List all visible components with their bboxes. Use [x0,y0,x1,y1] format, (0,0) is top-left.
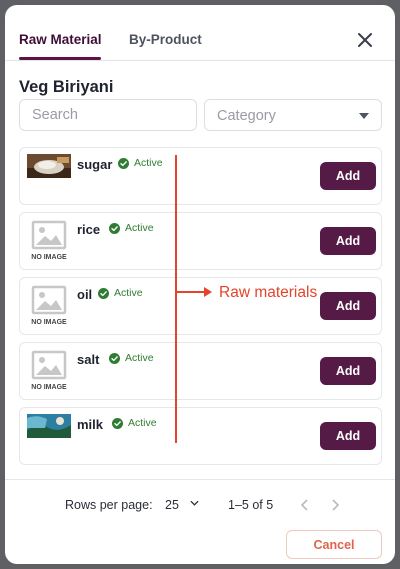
item-name: salt [77,352,100,367]
status-text: Active [125,352,154,364]
list-item: NO IMAGE salt Active Add [19,342,382,400]
status-badge: Active [112,417,157,429]
check-circle-icon [118,157,129,169]
add-button[interactable]: Add [320,227,376,255]
annotation-label: Raw materials [219,284,318,301]
close-icon[interactable] [354,29,376,51]
status-text: Active [125,222,154,234]
material-picker-modal: Raw Material By-Product Veg Biriyani Cat… [5,5,395,564]
recipe-title: Veg Biriyani [19,78,114,96]
no-image-placeholder: NO IMAGE [27,284,71,328]
category-select[interactable]: Category [204,99,382,131]
add-button[interactable]: Add [320,162,376,190]
tab-divider [5,60,395,61]
status-text: Active [134,157,163,169]
item-name: oil [77,287,93,302]
list-item: milk Active Add [19,407,382,465]
pagination: Rows per page: 25 1–5 of 5 [5,494,395,516]
status-badge: Active [118,157,163,169]
no-image-placeholder: NO IMAGE [27,219,71,263]
milk-image [27,414,71,438]
page-range: 1–5 of 5 [228,498,274,512]
search-input[interactable] [19,99,197,131]
chevron-left-icon[interactable] [297,497,313,513]
tab-raw-material[interactable]: Raw Material [19,32,102,47]
chevron-down-icon [190,500,199,506]
add-button[interactable]: Add [320,422,376,450]
item-name: milk [77,417,104,432]
check-circle-icon [112,417,123,429]
no-image-label: NO IMAGE [31,319,67,326]
status-badge: Active [98,287,143,299]
status-text: Active [114,287,143,299]
no-image-label: NO IMAGE [31,384,67,391]
add-button[interactable]: Add [320,292,376,320]
no-image-placeholder: NO IMAGE [27,349,71,393]
rows-per-page-label: Rows per page: [65,498,153,512]
list-divider [5,479,395,480]
caret-down-icon [359,113,369,119]
sugar-image [27,154,71,178]
check-circle-icon [98,287,109,299]
status-badge: Active [109,222,154,234]
item-name: sugar [77,157,113,172]
chevron-right-icon[interactable] [327,497,343,513]
list-item: NO IMAGE rice Active Add [19,212,382,270]
add-button[interactable]: Add [320,357,376,385]
rows-per-page-select[interactable]: 25 [165,494,205,514]
tab-bar: Raw Material By-Product [5,5,395,61]
status-text: Active [128,417,157,429]
cancel-button[interactable]: Cancel [286,530,382,559]
no-image-label: NO IMAGE [31,254,67,261]
rows-per-page-value: 25 [165,498,179,512]
tab-by-product[interactable]: By-Product [129,32,202,47]
check-circle-icon [109,352,120,364]
material-list: sugar Active Add NO IMAGE rice Active Ad… [5,145,395,475]
status-badge: Active [109,352,154,364]
annotation-line [175,155,177,443]
category-placeholder: Category [217,108,276,124]
list-item: sugar Active Add [19,147,382,205]
item-name: rice [77,222,101,237]
annotation-arrow-icon [177,287,212,297]
check-circle-icon [109,222,120,234]
